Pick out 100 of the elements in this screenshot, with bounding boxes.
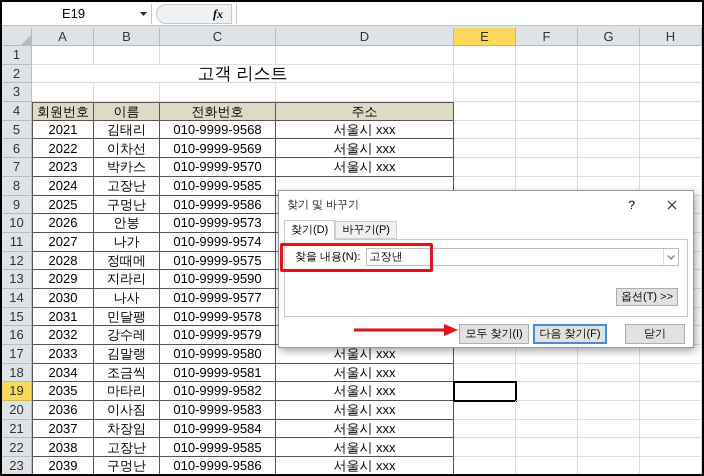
- row-header[interactable]: 12: [2, 252, 32, 270]
- table-cell: 2038: [32, 438, 94, 458]
- row-header[interactable]: 9: [2, 196, 32, 214]
- row-header[interactable]: 5: [2, 120, 32, 140]
- table-cell: 김태리: [94, 120, 160, 140]
- column-header[interactable]: E: [454, 28, 516, 46]
- dialog-button[interactable]: 닫기: [625, 324, 685, 344]
- column-header[interactable]: H: [640, 28, 702, 46]
- row-header[interactable]: 22: [2, 438, 32, 458]
- grid-cell: [640, 420, 702, 438]
- row-header[interactable]: 2: [2, 64, 32, 84]
- table-cell: 이사짐: [94, 401, 160, 420]
- grid-cell: [516, 401, 578, 420]
- row-header[interactable]: 8: [2, 176, 32, 196]
- grid-cell: [516, 64, 578, 84]
- table-cell: 2034: [32, 364, 94, 382]
- table-cell: 010-9999-9569: [160, 139, 276, 158]
- grid-cell: [578, 382, 640, 402]
- dialog-button[interactable]: 다음 찾기(F): [533, 324, 607, 344]
- table-cell: 박카스: [94, 158, 160, 177]
- row-header[interactable]: 14: [2, 288, 32, 308]
- grid-cell: [578, 83, 640, 102]
- column-heading: 회원번호: [32, 102, 94, 121]
- table-cell: 010-9999-9568: [160, 120, 276, 140]
- table-cell: 서울시 xxx: [276, 420, 454, 438]
- grid-cell: [578, 46, 640, 65]
- grid-cell: [640, 139, 702, 158]
- row-header[interactable]: 19: [2, 382, 32, 402]
- grid-cell: [94, 46, 160, 65]
- table-cell: 서울시 xxx: [276, 120, 454, 140]
- grid-cell: [578, 420, 640, 438]
- close-icon[interactable]: [667, 200, 677, 210]
- row-header[interactable]: 16: [2, 326, 32, 345]
- row-header[interactable]: 15: [2, 308, 32, 326]
- table-cell: 민달팽: [94, 308, 160, 326]
- find-field[interactable]: 고장낸: [366, 248, 679, 266]
- table-cell: 2028: [32, 252, 94, 270]
- grid-cell: [640, 438, 702, 458]
- table-cell: 2030: [32, 288, 94, 308]
- row-header[interactable]: 18: [2, 364, 32, 382]
- table-cell: 구멍난: [94, 457, 160, 474]
- dropdown-button[interactable]: [663, 249, 678, 265]
- grid-cell: [578, 139, 640, 158]
- table-cell: 서울시 xxx: [276, 382, 454, 402]
- table-cell: 마타리: [94, 382, 160, 402]
- table-cell: 이차선: [94, 139, 160, 158]
- row-header[interactable]: 11: [2, 232, 32, 252]
- table-cell: 지라리: [94, 270, 160, 289]
- grid-cell: [516, 364, 578, 382]
- row-header[interactable]: 20: [2, 401, 32, 420]
- tab[interactable]: 바꾸기(P): [335, 221, 397, 239]
- grid-cell: [516, 420, 578, 438]
- row-header[interactable]: 23: [2, 457, 32, 474]
- table-cell: 서울시 xxx: [276, 457, 454, 474]
- grid-cell: [454, 401, 516, 420]
- row-header[interactable]: 3: [2, 83, 32, 102]
- table-cell: 2021: [32, 120, 94, 140]
- table-cell: 안봉: [94, 214, 160, 233]
- function-button[interactable]: fx: [213, 4, 223, 22]
- table-cell: 2039: [32, 457, 94, 474]
- table-cell: 정때메: [94, 252, 160, 270]
- row-header[interactable]: 1: [2, 46, 32, 65]
- grid-cell: [516, 102, 578, 121]
- help-button[interactable]: ?: [628, 196, 635, 214]
- grid-cell: [516, 120, 578, 140]
- column-header[interactable]: B: [94, 28, 160, 46]
- table-cell: 2024: [32, 176, 94, 196]
- row-header[interactable]: 13: [2, 270, 32, 289]
- table-cell: 강수레: [94, 326, 160, 345]
- row-header[interactable]: 21: [2, 420, 32, 438]
- column-header[interactable]: F: [516, 28, 578, 46]
- grid-cell: [454, 46, 516, 65]
- grid-cell: [454, 102, 516, 121]
- table-cell: 2031: [32, 308, 94, 326]
- table-cell: 2022: [32, 139, 94, 158]
- table-cell: 2033: [32, 345, 94, 364]
- options-button[interactable]: 옵션(T) >>: [616, 288, 678, 306]
- row-header[interactable]: 7: [2, 158, 32, 177]
- tab[interactable]: 찾기(D): [284, 220, 336, 240]
- dropdown-icon: [140, 12, 147, 16]
- row-header[interactable]: 17: [2, 345, 32, 364]
- grid-cell: [32, 46, 94, 65]
- grid-cell: [516, 382, 578, 402]
- table-cell: 010-9999-9577: [160, 288, 276, 308]
- row-header[interactable]: 6: [2, 139, 32, 158]
- dialog-button[interactable]: 모두 찾기(I): [459, 324, 529, 344]
- column-header[interactable]: G: [578, 28, 640, 46]
- column-header[interactable]: A: [32, 28, 94, 46]
- table-cell: 010-9999-9575: [160, 252, 276, 270]
- row-header[interactable]: 10: [2, 214, 32, 233]
- column-header[interactable]: D: [276, 28, 454, 46]
- table-cell: 조금씩: [94, 364, 160, 382]
- grid-cell: [640, 64, 702, 84]
- table-cell: 서울시 xxx: [276, 158, 454, 177]
- table-cell: 2029: [32, 270, 94, 289]
- grid-cell: [454, 120, 516, 140]
- grid-cell: [454, 64, 516, 84]
- column-header[interactable]: C: [160, 28, 276, 46]
- table-cell: 010-9999-9590: [160, 270, 276, 289]
- row-header[interactable]: 4: [2, 102, 32, 121]
